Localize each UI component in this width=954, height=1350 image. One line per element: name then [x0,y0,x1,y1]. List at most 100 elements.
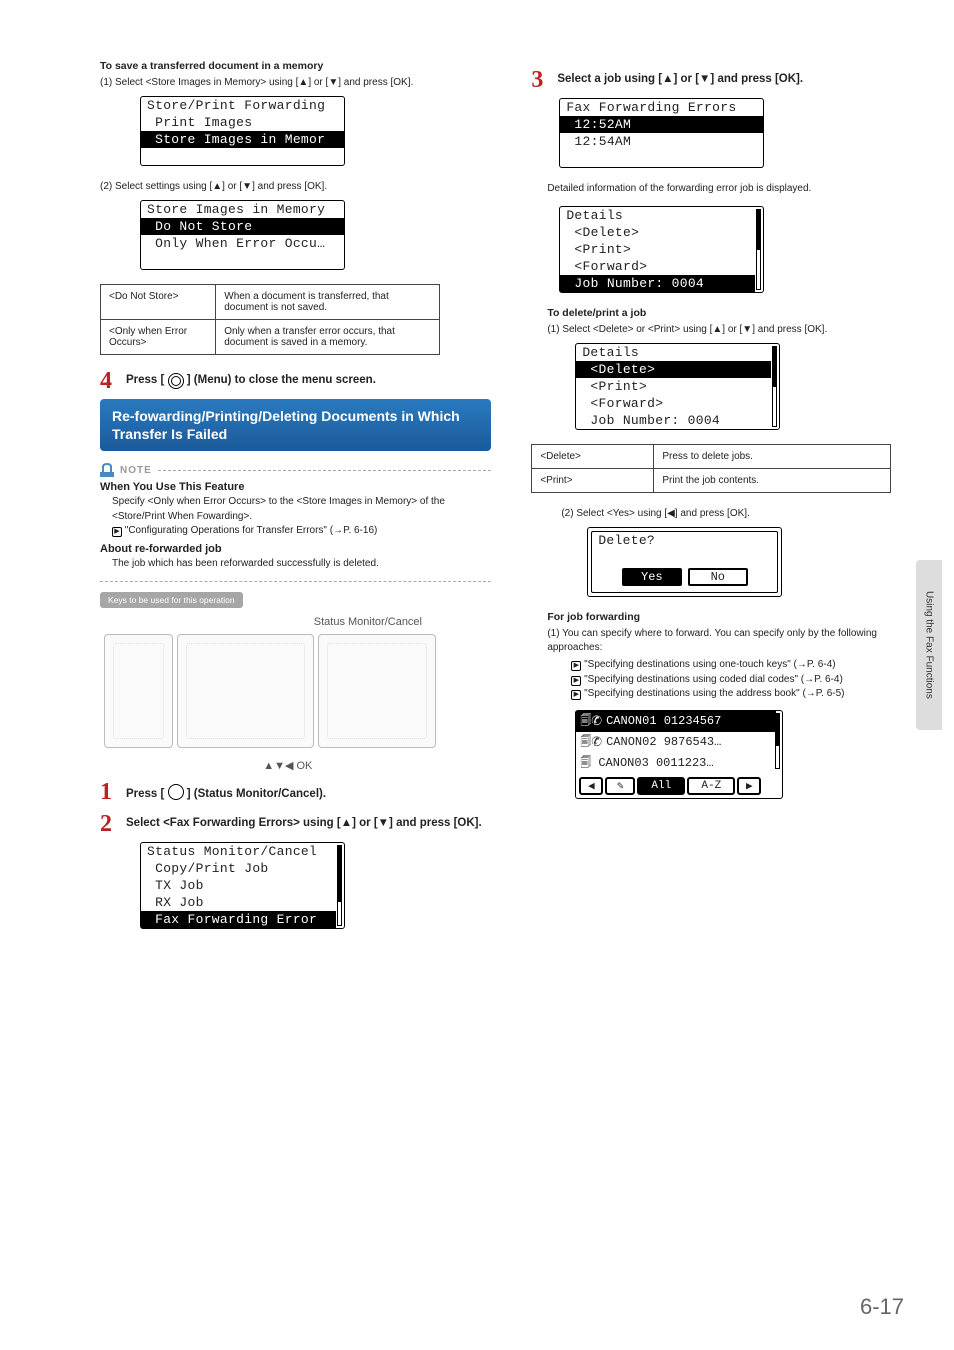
lcd5-r4: Job Number: 0004 [560,275,755,292]
lcd-delete-confirm: Delete? Yes No [587,527,782,597]
lcd6-r4: Job Number: 0004 [576,412,771,429]
step-4-num: 4 [100,369,118,393]
lcd-details-2: Details <Delete> <Print> <Forward> Job N… [575,343,780,430]
lcd3-scrollbar [337,845,342,926]
dest-r3-text: CANON03 0011223… [598,756,713,770]
menu-button-icon [168,373,184,389]
lcd3-r3: RX Job [141,894,336,911]
opt-a2: When a document is transferred, that doc… [216,285,440,320]
lcd2-pad [141,252,344,269]
delete-print-step: (1) Select <Delete> or <Print> using [▲]… [531,323,904,337]
options-table: <Do Not Store> When a document is transf… [100,284,440,355]
lcd7-no: No [688,568,748,586]
note-header: NOTE [100,463,491,477]
select-yes-step: (2) Select <Yes> using [◀] and press [OK… [531,507,904,521]
lcd-destination: 🗐✆CANON01 01234567 🗐✆CANON02 9876543… 🗐 … [575,710,783,799]
note-end-dash [100,581,491,582]
dest-scrollbar [775,713,780,769]
detail-desc: Detailed information of the forwarding e… [531,182,904,196]
lcd6-r1: <Delete> [576,361,771,378]
lcd5-r3: <Forward> [560,258,755,275]
step-1-text: Press [ ] (Status Monitor/Cancel). [126,780,491,803]
note-body: When You Use This Feature Specify <Only … [100,481,491,571]
dest-left-btn: ◀ [579,777,603,795]
ref-arrow-icon-3: ▶ [571,690,581,700]
lcd4-r2: 12:54AM [560,133,763,150]
ref-arrow-icon-2: ▶ [571,676,581,686]
lcd6-title: Details [576,344,771,361]
ref-arrow-icon: ▶ [112,527,122,537]
fwd-ref3: ▶ "Specifying destinations using the add… [531,687,904,702]
page-number: 6-17 [860,1294,904,1320]
device-top-label: Status Monitor/Cancel [314,616,422,628]
dest-az-btn: A-Z [687,777,735,795]
lcd3-r1: Copy/Print Job [141,860,336,877]
lcd5-r2: <Print> [560,241,755,258]
fwd-ref2: ▶ "Specifying destinations using coded d… [531,673,904,688]
dest-r2: 🗐✆CANON02 9876543… [576,732,776,753]
dest-r2-text: CANON02 9876543… [606,735,721,749]
device-bottom-label: ▲▼◀ OK [263,759,312,772]
save-mem-step1: (1) Select <Store Images in Memory> usin… [100,76,491,90]
step-3-num: 3 [531,68,549,92]
dest-r3: 🗐 CANON03 0011223… [576,753,776,774]
dest-right-btn: ▶ [737,777,761,795]
dest-bottom-bar: ◀ ✎ All A-Z ▶ [576,774,776,798]
device-panel-illustration: Status Monitor/Cancel ▲▼◀ OK [100,612,440,772]
tbl-b2: Print the job contents. [654,469,891,493]
note-icon [100,463,114,477]
fwd-ref3-text: "Specifying destinations using the addre… [584,688,844,699]
lcd-fax-fwd-errors: Fax Forwarding Errors 12:52AM 12:54AM [559,98,764,168]
step-4: 4 Press [ ] (Menu) to close the menu scr… [100,369,491,393]
note-dashline [158,470,492,471]
dest-r1: 🗐✆CANON01 01234567 [576,711,776,732]
note1-text: Specify <Only when Error Occurs> to the … [100,495,491,524]
fwd-ref2-text: "Specifying destinations using coded dia… [584,674,843,685]
note2-text: The job which has been reforwarded succe… [100,557,491,572]
fwd-title: For job forwarding [531,611,904,623]
lcd7-title: Delete? [592,532,777,549]
lcd2-title: Store Images in Memory [141,201,344,218]
step-1: 1 Press [ ] (Status Monitor/Cancel). [100,780,491,804]
step-2: 2 Select <Fax Forwarding Errors> using [… [100,812,491,836]
lcd4-pad [560,150,763,167]
section-blue-heading: Re-fowarding/Printing/Deleting Documents… [100,399,491,451]
ref-arrow-icon-1: ▶ [571,661,581,671]
step-2-num: 2 [100,812,118,836]
step-1-num: 1 [100,780,118,804]
step-4-text: Press [ ] (Menu) to close the menu scree… [126,369,491,389]
tbl-a2: Press to delete jobs. [654,445,891,469]
step-3: 3 Select a job using [▲] or [▼] and pres… [531,68,904,92]
keys-badge: Keys to be used for this operation [100,592,243,608]
side-tab-text: Using the Fax Functions [924,591,935,699]
status-monitor-button-icon [168,784,184,800]
delete-print-title: To delete/print a job [531,307,904,319]
side-tab: Using the Fax Functions [916,560,942,730]
lcd5-title: Details [560,207,755,224]
lcd4-title: Fax Forwarding Errors [560,99,763,116]
tbl-a1: <Delete> [532,445,654,469]
lcd6-scrollbar [772,346,777,427]
opt-b2: Only when a transfer error occurs, that … [216,320,440,355]
lcd2-r1: Do Not Store [141,218,344,235]
step-2-text: Select <Fax Forwarding Errors> using [▲]… [126,812,491,832]
lcd-store-print: Store/Print Forwarding Print Images Stor… [140,96,345,166]
fwd-ref1-text: "Specifying destinations using one-touch… [584,659,836,670]
lcd6-r2: <Print> [576,378,771,395]
lcd1-r2: Store Images in Memor [141,131,344,148]
lcd3-title: Status Monitor/Cancel [141,843,336,860]
lcd7-yes: Yes [622,568,682,586]
lcd-status-monitor: Status Monitor/Cancel Copy/Print Job TX … [140,842,345,929]
lcd3-r4: Fax Forwarding Error [141,911,336,928]
note1-ref-text: "Configurating Operations for Transfer E… [125,525,378,536]
lcd4-r1: 12:52AM [560,116,763,133]
note1-ref: ▶ "Configurating Operations for Transfer… [100,524,491,539]
delete-print-table: <Delete> Press to delete jobs. <Print> P… [531,444,891,493]
save-mem-title: To save a transferred document in a memo… [100,60,491,72]
dest-all-btn: All [637,777,685,795]
select-settings-step: (2) Select settings using [▲] or [▼] and… [100,180,491,194]
fax-icon: 🗐✆ [580,712,602,731]
note1-title: When You Use This Feature [100,481,491,493]
fwd-ref1: ▶ "Specifying destinations using one-tou… [531,658,904,673]
lcd-store-in-mem: Store Images in Memory Do Not Store Only… [140,200,345,270]
